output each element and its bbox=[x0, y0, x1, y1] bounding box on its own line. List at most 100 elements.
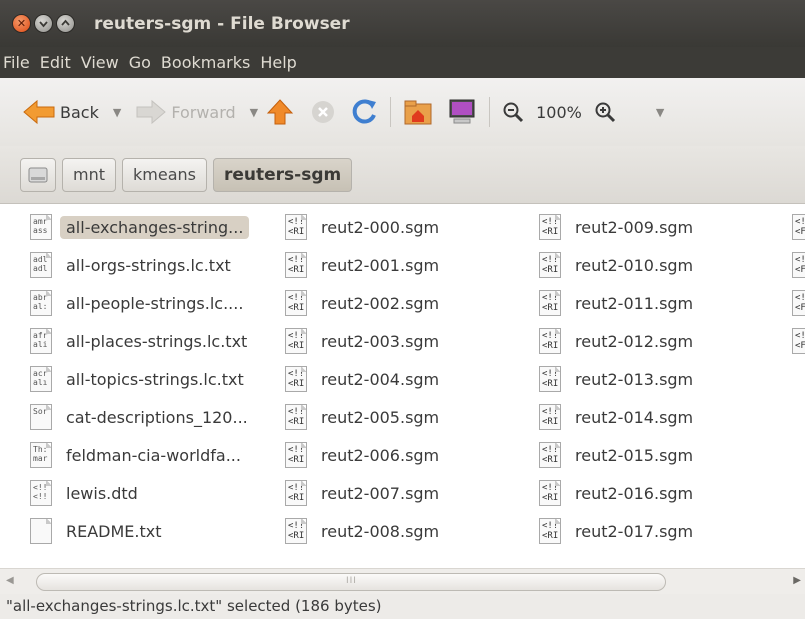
file-item[interactable]: Sor cat-descriptions_120... bbox=[30, 402, 254, 432]
scroll-left-arrow-icon[interactable]: ◀ bbox=[6, 575, 14, 586]
file-icon: <!! <RI bbox=[285, 366, 307, 392]
file-item[interactable]: <!! <RI reut2-014.sgm bbox=[539, 402, 699, 432]
back-button[interactable]: Back bbox=[22, 99, 99, 125]
file-item[interactable]: <!! <RI reut2-010.sgm bbox=[539, 250, 699, 280]
file-icon: <!! <RI bbox=[285, 290, 307, 316]
file-item[interactable]: <!! <RI reut2-002.sgm bbox=[285, 288, 445, 318]
menu-help[interactable]: Help bbox=[255, 53, 301, 72]
reload-icon[interactable] bbox=[350, 98, 378, 126]
file-item[interactable]: <!! <RI reut2-006.sgm bbox=[285, 440, 445, 470]
file-item[interactable]: <!! <RI reut2-012.sgm bbox=[539, 326, 699, 356]
minimize-window-icon[interactable] bbox=[34, 14, 53, 33]
home-folder-icon[interactable] bbox=[403, 98, 433, 126]
file-item[interactable]: <! <F bbox=[792, 326, 805, 356]
horizontal-scrollbar[interactable]: ◀ III ▶ bbox=[0, 568, 805, 594]
menu-go[interactable]: Go bbox=[124, 53, 156, 72]
zoom-in-icon[interactable] bbox=[594, 101, 616, 123]
forward-label: Forward bbox=[171, 102, 236, 122]
menu-edit[interactable]: Edit bbox=[35, 53, 76, 72]
breadcrumb-filesystem[interactable] bbox=[20, 157, 56, 192]
file-name: feldman-cia-worldfa... bbox=[66, 445, 241, 465]
toolbar-separator bbox=[390, 97, 392, 127]
file-item[interactable]: <!! <RI reut2-013.sgm bbox=[539, 364, 699, 394]
zoom-out-icon[interactable] bbox=[502, 101, 524, 123]
close-window-icon[interactable]: ✕ bbox=[12, 14, 31, 33]
file-icon: Sor bbox=[30, 404, 52, 430]
forward-arrow-icon bbox=[136, 99, 167, 125]
file-name: reut2-000.sgm bbox=[321, 217, 440, 237]
file-item[interactable]: <!! <RI reut2-015.sgm bbox=[539, 440, 699, 470]
file-icon: acr alı bbox=[30, 366, 52, 392]
file-icon: afr ali bbox=[30, 328, 52, 354]
file-item[interactable]: acr alı all-topics-strings.lc.txt bbox=[30, 364, 250, 394]
forward-button[interactable]: Forward bbox=[135, 99, 236, 125]
file-item[interactable]: <! <F bbox=[792, 212, 805, 242]
file-name: all-orgs-strings.lc.txt bbox=[66, 255, 231, 275]
file-name: reut2-005.sgm bbox=[321, 407, 440, 427]
file-name: reut2-010.sgm bbox=[575, 255, 694, 275]
scroll-right-arrow-icon[interactable]: ▶ bbox=[793, 575, 801, 586]
file-item[interactable]: README.txt bbox=[30, 516, 168, 546]
drive-icon bbox=[28, 167, 48, 182]
file-name: reut2-002.sgm bbox=[321, 293, 440, 313]
file-item[interactable]: afr ali all-places-strings.lc.txt bbox=[30, 326, 253, 356]
file-item[interactable]: <!! <RI reut2-007.sgm bbox=[285, 478, 445, 508]
file-item[interactable]: <!! <RI reut2-011.sgm bbox=[539, 288, 699, 318]
forward-history-dropdown-icon[interactable]: ▼ bbox=[250, 106, 258, 119]
file-item[interactable]: <!! <RI reut2-016.sgm bbox=[539, 478, 699, 508]
file-name: all-topics-strings.lc.txt bbox=[66, 369, 244, 389]
file-name: reut2-011.sgm bbox=[575, 293, 694, 313]
file-icon: <!! <RI bbox=[539, 252, 561, 278]
menu-view[interactable]: View bbox=[76, 53, 124, 72]
file-item[interactable]: <!! <RI reut2-009.sgm bbox=[539, 212, 699, 242]
file-item[interactable]: Th: mar feldman-cia-worldfa... bbox=[30, 440, 247, 470]
up-arrow-icon[interactable] bbox=[266, 98, 294, 126]
menu-bar: File Edit View Go Bookmarks Help bbox=[0, 47, 805, 78]
file-icon: <!! <RI bbox=[539, 366, 561, 392]
file-item[interactable]: abr al: all-people-strings.lc.... bbox=[30, 288, 249, 318]
file-icon: abr al: bbox=[30, 290, 52, 316]
scrollbar-thumb[interactable]: III bbox=[36, 573, 666, 591]
menu-file[interactable]: File bbox=[0, 53, 35, 72]
file-item[interactable]: <!! <RI reut2-001.sgm bbox=[285, 250, 445, 280]
maximize-window-icon[interactable] bbox=[56, 14, 75, 33]
file-item[interactable]: <!! <RI reut2-000.sgm bbox=[285, 212, 445, 242]
breadcrumb-item-reuters-sgm[interactable]: reuters-sgm bbox=[212, 157, 353, 192]
breadcrumb-item-kmeans[interactable]: kmeans bbox=[122, 157, 207, 192]
breadcrumb-item-mnt[interactable]: mnt bbox=[62, 157, 116, 192]
file-item[interactable]: <!! <!! lewis.dtd bbox=[30, 478, 144, 508]
back-label: Back bbox=[60, 102, 99, 122]
stop-icon[interactable] bbox=[310, 99, 336, 125]
file-name: all-people-strings.lc.... bbox=[66, 293, 244, 313]
scrollbar-grip: III bbox=[346, 576, 357, 586]
file-icon: <!! <RI bbox=[285, 328, 307, 354]
file-item[interactable]: amr ass all-exchanges-string... bbox=[30, 212, 250, 242]
back-history-dropdown-icon[interactable]: ▼ bbox=[113, 106, 121, 119]
file-name: reut2-004.sgm bbox=[321, 369, 440, 389]
file-name: reut2-016.sgm bbox=[575, 483, 694, 503]
file-item[interactable]: <! <F bbox=[792, 288, 805, 318]
file-name: reut2-013.sgm bbox=[575, 369, 694, 389]
file-icon: <!! <RI bbox=[539, 404, 561, 430]
menu-bookmarks[interactable]: Bookmarks bbox=[156, 53, 255, 72]
breadcrumb: mnt kmeans reuters-sgm bbox=[0, 146, 805, 204]
file-item[interactable]: <!! <RI reut2-005.sgm bbox=[285, 402, 445, 432]
file-icon: <!! <RI bbox=[539, 518, 561, 544]
file-item[interactable]: <!! <RI reut2-004.sgm bbox=[285, 364, 445, 394]
file-icon: <!! <RI bbox=[285, 518, 307, 544]
file-item[interactable]: <!! <RI reut2-003.sgm bbox=[285, 326, 445, 356]
file-icon: <!! <!! bbox=[30, 480, 52, 506]
file-item[interactable]: adl adl all-orgs-strings.lc.txt bbox=[30, 250, 237, 280]
file-item[interactable]: <! <F bbox=[792, 250, 805, 280]
file-name: reut2-007.sgm bbox=[321, 483, 440, 503]
file-item[interactable]: <!! <RI reut2-017.sgm bbox=[539, 516, 699, 546]
computer-icon[interactable] bbox=[447, 98, 477, 126]
file-icon: Th: mar bbox=[30, 442, 52, 468]
file-name: reut2-015.sgm bbox=[575, 445, 694, 465]
toolbar-overflow-dropdown-icon[interactable]: ▼ bbox=[656, 106, 664, 119]
file-name: reut2-017.sgm bbox=[575, 521, 694, 541]
file-item[interactable]: <!! <RI reut2-008.sgm bbox=[285, 516, 445, 546]
file-name: reut2-003.sgm bbox=[321, 331, 440, 351]
file-icon: <!! <RI bbox=[539, 442, 561, 468]
file-name: reut2-001.sgm bbox=[321, 255, 440, 275]
